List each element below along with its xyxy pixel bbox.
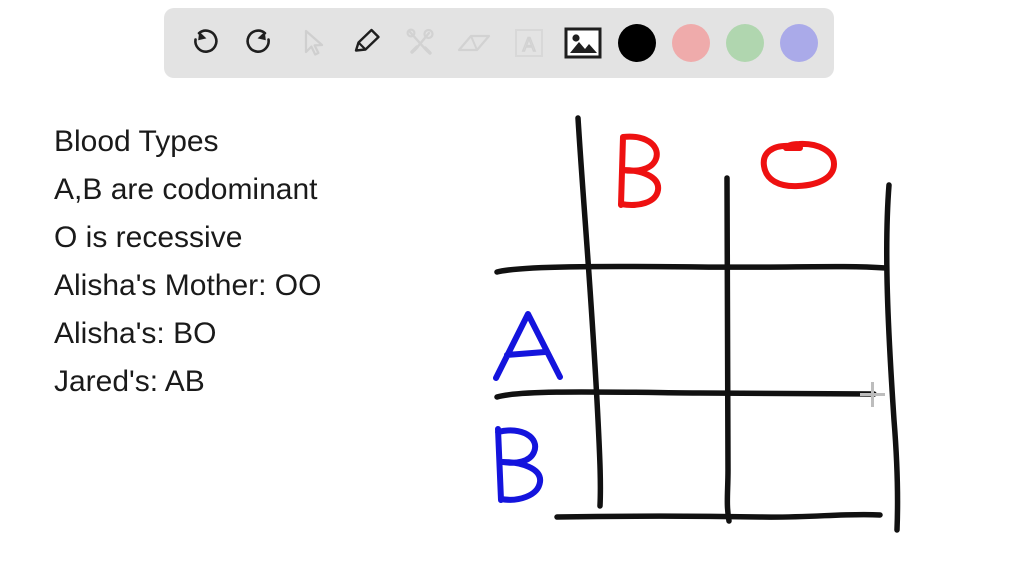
pen-icon (349, 25, 385, 61)
redo-icon (241, 25, 277, 61)
notes-line: A,B are codominant (54, 173, 318, 206)
column-header-b (618, 133, 662, 208)
color-swatch-pink[interactable] (664, 16, 718, 70)
column-header-o (760, 140, 837, 190)
cursor-icon (296, 26, 330, 60)
redo-button[interactable] (232, 16, 286, 70)
grid-line-horizontal-2 (494, 389, 877, 400)
tools-icon (403, 25, 439, 61)
grid-line-horizontal-1 (494, 263, 889, 275)
image-tool-button[interactable] (556, 16, 610, 70)
notes-text-block: Blood Types A,B are codominant O is rece… (54, 118, 474, 406)
row-header-b (495, 426, 543, 503)
svg-text:A: A (523, 35, 536, 56)
grid-line-vertical-3 (883, 182, 901, 533)
crosshair-vertical (871, 382, 874, 407)
pen-tool-button[interactable] (340, 16, 394, 70)
eraser-icon (456, 28, 494, 58)
select-tool-button[interactable] (286, 16, 340, 70)
undo-button[interactable] (178, 16, 232, 70)
crosshair-cursor (860, 382, 885, 407)
shapes-tool-button[interactable] (394, 16, 448, 70)
grid-line-vertical-1 (575, 115, 604, 509)
grid-line-vertical-2 (724, 175, 732, 524)
eraser-tool-button[interactable] (448, 16, 502, 70)
drawing-toolbar: A (164, 8, 834, 78)
notes-line: Blood Types (54, 125, 219, 158)
undo-icon (187, 25, 223, 61)
color-swatch-green[interactable] (718, 16, 772, 70)
text-icon: A (512, 26, 546, 60)
grid-line-horizontal-3 (554, 511, 883, 520)
row-header-a (493, 311, 563, 381)
image-icon (563, 26, 603, 60)
notes-line: O is recessive (54, 221, 243, 254)
color-swatch-black[interactable] (610, 16, 664, 70)
notes-line: Jared's: AB (54, 365, 205, 398)
text-tool-button[interactable]: A (502, 16, 556, 70)
notes-line: Alisha's: BO (54, 317, 217, 350)
color-swatch-purple[interactable] (772, 16, 826, 70)
notes-line: Alisha's Mother: OO (54, 269, 322, 302)
